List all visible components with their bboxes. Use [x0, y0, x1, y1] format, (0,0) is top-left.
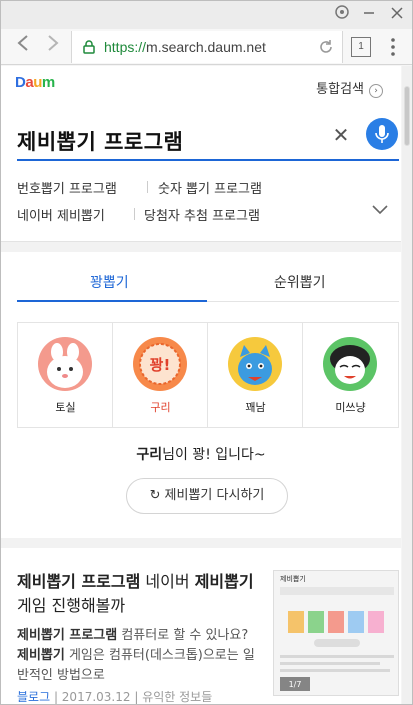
doc-title-part: 게임 진행해볼까 [17, 596, 126, 615]
candidate-cell[interactable]: 꽤남 [208, 323, 303, 427]
candidate-name: 꽤남 [245, 401, 266, 414]
result-name: 구리 [136, 447, 163, 463]
lottery-result: 구리님이 꽝! 입니다~ [1, 444, 401, 464]
avatar: 꽝! [133, 337, 187, 391]
doc-title-link[interactable]: 제비뽑기 프로그램 네이버 제비뽑기 게임 진행해볼까 [17, 570, 259, 618]
related-search-item[interactable]: 당첨자 추첨 프로그램 [144, 205, 260, 224]
url-text: https://m.search.daum.net [104, 39, 266, 55]
divider [134, 208, 135, 220]
related-search-item[interactable]: 번호뽑기 프로그램 [17, 178, 117, 197]
reload-icon[interactable] [316, 37, 336, 57]
logo-letter: m [41, 74, 55, 91]
forward-button[interactable] [39, 33, 67, 61]
doc-title-part: 제비뽑기 [194, 572, 254, 591]
search-input[interactable]: 제비뽑기 프로그램 [17, 126, 183, 156]
scrollbar-thumb[interactable] [404, 86, 410, 146]
candidate-name: 구리 [150, 401, 171, 414]
tabs-button[interactable]: 1 [351, 37, 371, 57]
thumb-header: 제비뽑기 [280, 574, 306, 583]
search-underline [17, 159, 399, 161]
voice-search-button[interactable] [366, 118, 398, 150]
candidate-cell-winner[interactable]: 꽝! 구리 [113, 323, 208, 427]
doc-date: 2017.03.12 [61, 690, 131, 704]
doc-snippet: 제비뽑기 프로그램 컴퓨터로 할 수 있나요? 제비뽑기 게임은 컴퓨터(데스크… [17, 626, 263, 686]
avatar [323, 337, 377, 391]
doc-title-part: 제비뽑기 프로그램 [17, 572, 141, 591]
result-suffix: 님이 꽝! 입니다~ [162, 447, 266, 463]
tab-ranking[interactable]: 순위뽑기 [274, 272, 326, 292]
doc-source[interactable]: 블로그 [17, 690, 50, 704]
minimize-button[interactable] [354, 3, 384, 27]
active-tab-indicator [17, 300, 207, 302]
refresh-icon: ↻ [149, 488, 161, 503]
avatar [228, 337, 282, 391]
close-window-button[interactable] [382, 3, 412, 27]
chevron-down-icon[interactable] [371, 203, 389, 217]
retry-lottery-button[interactable]: ↻ 제비뽑기 다시하기 [126, 478, 288, 514]
girl-character-icon [330, 345, 370, 384]
doc-snippet-part: 제비뽑기 프로그램 [17, 628, 118, 643]
url-field[interactable]: https://m.search.daum.net [71, 31, 343, 63]
menu-icon[interactable] [381, 35, 405, 59]
total-search-label: 통합검색 [316, 82, 364, 97]
total-search-link[interactable]: 통합검색 › [316, 78, 383, 98]
url-scheme: https:// [104, 39, 147, 55]
doc-thumbnail[interactable]: 제비뽑기 1/7 [273, 570, 399, 696]
bunny-character-icon [47, 343, 83, 388]
chevron-right-icon: › [369, 84, 383, 98]
ggwang-badge-icon: 꽝! [139, 343, 181, 385]
logo-letter: a [25, 74, 34, 91]
microphone-icon [375, 125, 389, 143]
candidate-cell[interactable]: 토실 [18, 323, 113, 427]
thumb-count: 1/7 [289, 680, 302, 689]
tab-ggwang[interactable]: 꽝뽑기 [90, 272, 129, 292]
candidate-cell[interactable]: 미쓰냥 [303, 323, 398, 427]
address-bar: https://m.search.daum.net 1 [1, 29, 412, 65]
doc-blog-name[interactable]: 유익한 정보들 [142, 690, 212, 704]
page-content: Daum 통합검색 › 제비뽑기 프로그램 ✕ 번호뽑기 프로그램 숫자 뽑기 프… [1, 66, 401, 704]
ggwang-badge-text: 꽝! [150, 356, 171, 374]
reading-mode-icon[interactable] [327, 3, 357, 27]
retry-label: 제비뽑기 다시하기 [164, 488, 265, 503]
candidate-grid: 토실 꽝! 구리 꽤남 미쓰냥 [17, 322, 399, 428]
doc-meta: 블로그 | 2017.03.12 | 유익한 정보들 [17, 690, 213, 704]
avatar [38, 337, 92, 391]
candidate-name: 토실 [55, 401, 76, 414]
lottery-widget: 꽝뽑기 순위뽑기 토실 꽝! 구리 꽤남 미쓰냥 구리님이 꽝! 입니다~ ↻ … [1, 252, 401, 538]
logo-letter: D [15, 74, 26, 91]
divider [147, 181, 148, 193]
scrollbar[interactable] [402, 66, 412, 704]
lock-icon [83, 40, 95, 54]
search-panel: Daum 통합검색 › 제비뽑기 프로그램 ✕ 번호뽑기 프로그램 숫자 뽑기 프… [1, 66, 401, 242]
blue-cat-character-icon [238, 345, 272, 385]
doc-snippet-part: 제비뽑기 [17, 648, 65, 663]
logo-letter: u [33, 74, 42, 91]
doc-snippet-part: 컴퓨터로 할 수 있나요? [117, 628, 249, 643]
related-search-item[interactable]: 숫자 뽑기 프로그램 [158, 178, 262, 197]
web-doc-result: 제비뽑기 프로그램 네이버 제비뽑기 게임 진행해볼까 제비뽑기 프로그램 컴퓨… [1, 548, 401, 704]
clear-search-icon[interactable]: ✕ [331, 125, 351, 146]
thumbnail-preview: 제비뽑기 1/7 [274, 571, 398, 695]
related-search-item[interactable]: 네이버 제비뽑기 [17, 205, 105, 224]
title-bar [1, 1, 412, 29]
doc-title-part: 네이버 [140, 572, 195, 591]
candidate-name: 미쓰냥 [335, 401, 366, 414]
url-host: m.search.daum.net [146, 39, 266, 55]
back-button[interactable] [9, 33, 37, 61]
daum-logo[interactable]: Daum [15, 74, 55, 91]
browser-window: https://m.search.daum.net 1 Daum 통합검색 › 제… [0, 0, 413, 705]
